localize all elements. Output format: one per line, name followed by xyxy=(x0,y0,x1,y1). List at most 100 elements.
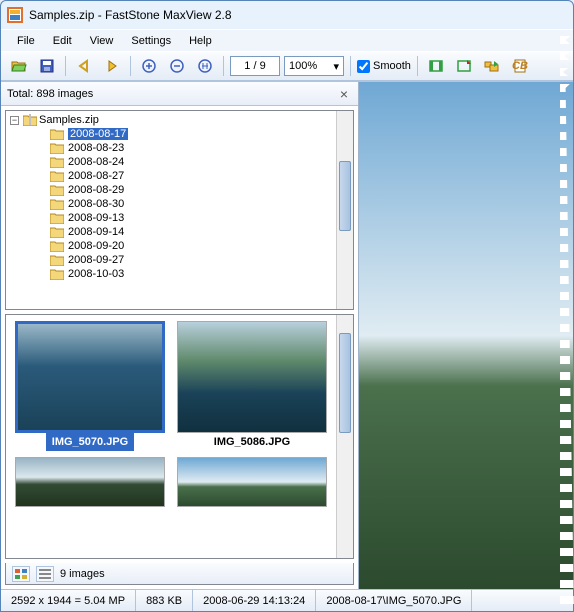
folder-icon xyxy=(50,254,64,266)
folder-icon xyxy=(50,156,64,168)
zip-icon xyxy=(23,114,37,126)
tree-item[interactable]: 2008-09-20 xyxy=(10,239,349,253)
next-button[interactable] xyxy=(100,54,124,78)
thumbs-statusbar: 9 images xyxy=(5,563,354,585)
collapse-icon[interactable]: − xyxy=(10,116,19,125)
thumbnail-label: IMG_5086.JPG xyxy=(208,433,296,451)
smooth-check-input[interactable] xyxy=(357,60,370,73)
folder-icon xyxy=(50,184,64,196)
tree-item-label: 2008-09-13 xyxy=(68,212,124,224)
separator xyxy=(65,56,66,76)
thumbnails-area[interactable]: IMG_5070.JPG IMG_5086.JPG xyxy=(5,314,354,559)
view-mode-grid-button[interactable] xyxy=(12,566,30,582)
separator xyxy=(130,56,131,76)
smooth-checkbox[interactable]: Smooth xyxy=(357,60,411,73)
fit-button[interactable] xyxy=(193,54,217,78)
tree-item[interactable]: 2008-08-29 xyxy=(10,183,349,197)
tree-root-label: Samples.zip xyxy=(39,114,99,126)
tree-item-label: 2008-08-24 xyxy=(68,156,124,168)
tool-button-1[interactable] xyxy=(424,54,448,78)
status-filesize: 883 KB xyxy=(136,590,193,611)
tree-item[interactable]: 2008-10-03 xyxy=(10,267,349,281)
tree-item-label: 2008-08-17 xyxy=(68,128,128,140)
folder-icon xyxy=(50,226,64,238)
prev-button[interactable] xyxy=(72,54,96,78)
svg-text:CB: CB xyxy=(512,60,528,72)
tree-item-label: 2008-08-30 xyxy=(68,198,124,210)
tree-item[interactable]: 2008-08-23 xyxy=(10,141,349,155)
tree-root[interactable]: − Samples.zip xyxy=(10,113,349,127)
tree-item-label: 2008-08-27 xyxy=(68,170,124,182)
tree-item[interactable]: 2008-09-27 xyxy=(10,253,349,267)
page-input[interactable] xyxy=(230,56,280,76)
tree-item[interactable]: 2008-09-13 xyxy=(10,211,349,225)
tree-item[interactable]: 2008-08-30 xyxy=(10,197,349,211)
scrollbar-thumb[interactable] xyxy=(339,333,351,433)
folder-icon xyxy=(50,198,64,210)
chevron-down-icon: ▾ xyxy=(333,60,339,73)
tool-button-2[interactable] xyxy=(452,54,476,78)
open-button[interactable] xyxy=(7,54,31,78)
zoom-in-button[interactable] xyxy=(137,54,161,78)
tree-item[interactable]: 2008-09-14 xyxy=(10,225,349,239)
content-area: Total: 898 images × − Samples.zip 2008-0… xyxy=(1,81,573,589)
folder-tree[interactable]: − Samples.zip 2008-08-17 2008-08-23 2008-0… xyxy=(5,110,354,310)
app-icon xyxy=(7,7,23,23)
view-mode-list-button[interactable] xyxy=(36,566,54,582)
smooth-label: Smooth xyxy=(373,60,411,72)
thumbnail-image xyxy=(15,457,165,507)
status-datetime: 2008-06-29 14:13:24 xyxy=(193,590,316,611)
tree-item-label: 2008-08-23 xyxy=(68,142,124,154)
menu-file[interactable]: File xyxy=(9,33,43,49)
separator xyxy=(223,56,224,76)
separator xyxy=(350,56,351,76)
panel-header: Total: 898 images × xyxy=(1,82,358,106)
separator xyxy=(417,56,418,76)
folder-icon xyxy=(50,128,64,140)
thumbnail-image xyxy=(15,321,165,433)
zoom-value: 100% xyxy=(289,60,317,72)
menu-view[interactable]: View xyxy=(82,33,122,49)
statusbar: 2592 x 1944 = 5.04 MP 883 KB 2008-06-29 … xyxy=(1,589,573,611)
folder-icon xyxy=(50,170,64,182)
tree-item[interactable]: 2008-08-24 xyxy=(10,155,349,169)
folder-icon xyxy=(50,212,64,224)
window-title: Samples.zip - FastStone MaxView 2.8 xyxy=(29,8,232,22)
folder-icon xyxy=(50,268,64,280)
tree-scrollbar[interactable] xyxy=(336,111,353,309)
menu-edit[interactable]: Edit xyxy=(45,33,80,49)
menu-help[interactable]: Help xyxy=(181,33,220,49)
toolbar: 100% ▾ Smooth CB xyxy=(1,51,573,81)
tree-item[interactable]: 2008-08-27 xyxy=(10,169,349,183)
titlebar: Samples.zip - FastStone MaxView 2.8 xyxy=(1,1,573,29)
tree-item-label: 2008-10-03 xyxy=(68,268,124,280)
tree-item[interactable]: 2008-08-17 xyxy=(10,127,349,141)
folder-icon xyxy=(50,240,64,252)
tree-item-label: 2008-09-20 xyxy=(68,240,124,252)
thumbnail[interactable] xyxy=(174,457,330,507)
zoom-select[interactable]: 100% ▾ xyxy=(284,56,344,76)
tree-item-label: 2008-09-14 xyxy=(68,226,124,238)
thumbs-scrollbar[interactable] xyxy=(336,315,353,558)
thumbs-count-label: 9 images xyxy=(60,568,105,580)
thumbnail[interactable]: IMG_5086.JPG xyxy=(174,321,330,451)
tool-button-4[interactable]: CB xyxy=(508,54,532,78)
folder-icon xyxy=(50,142,64,154)
save-button[interactable] xyxy=(35,54,59,78)
menubar: File Edit View Settings Help xyxy=(1,29,573,51)
thumbnail-image xyxy=(177,457,327,507)
status-path: 2008-08-17\IMG_5070.JPG xyxy=(316,590,472,611)
thumbnail[interactable]: IMG_5070.JPG xyxy=(12,321,168,451)
status-dimensions: 2592 x 1944 = 5.04 MP xyxy=(1,590,136,611)
tool-button-3[interactable] xyxy=(480,54,504,78)
thumbnail-image xyxy=(177,321,327,433)
close-panel-button[interactable]: × xyxy=(336,86,352,102)
thumbnail[interactable] xyxy=(12,457,168,507)
tree-item-label: 2008-09-27 xyxy=(68,254,124,266)
left-panel: Total: 898 images × − Samples.zip 2008-0… xyxy=(1,82,359,589)
total-images-label: Total: 898 images xyxy=(7,88,93,100)
zoom-out-button[interactable] xyxy=(165,54,189,78)
image-preview[interactable] xyxy=(359,82,573,589)
scrollbar-thumb[interactable] xyxy=(339,161,351,231)
menu-settings[interactable]: Settings xyxy=(123,33,179,49)
